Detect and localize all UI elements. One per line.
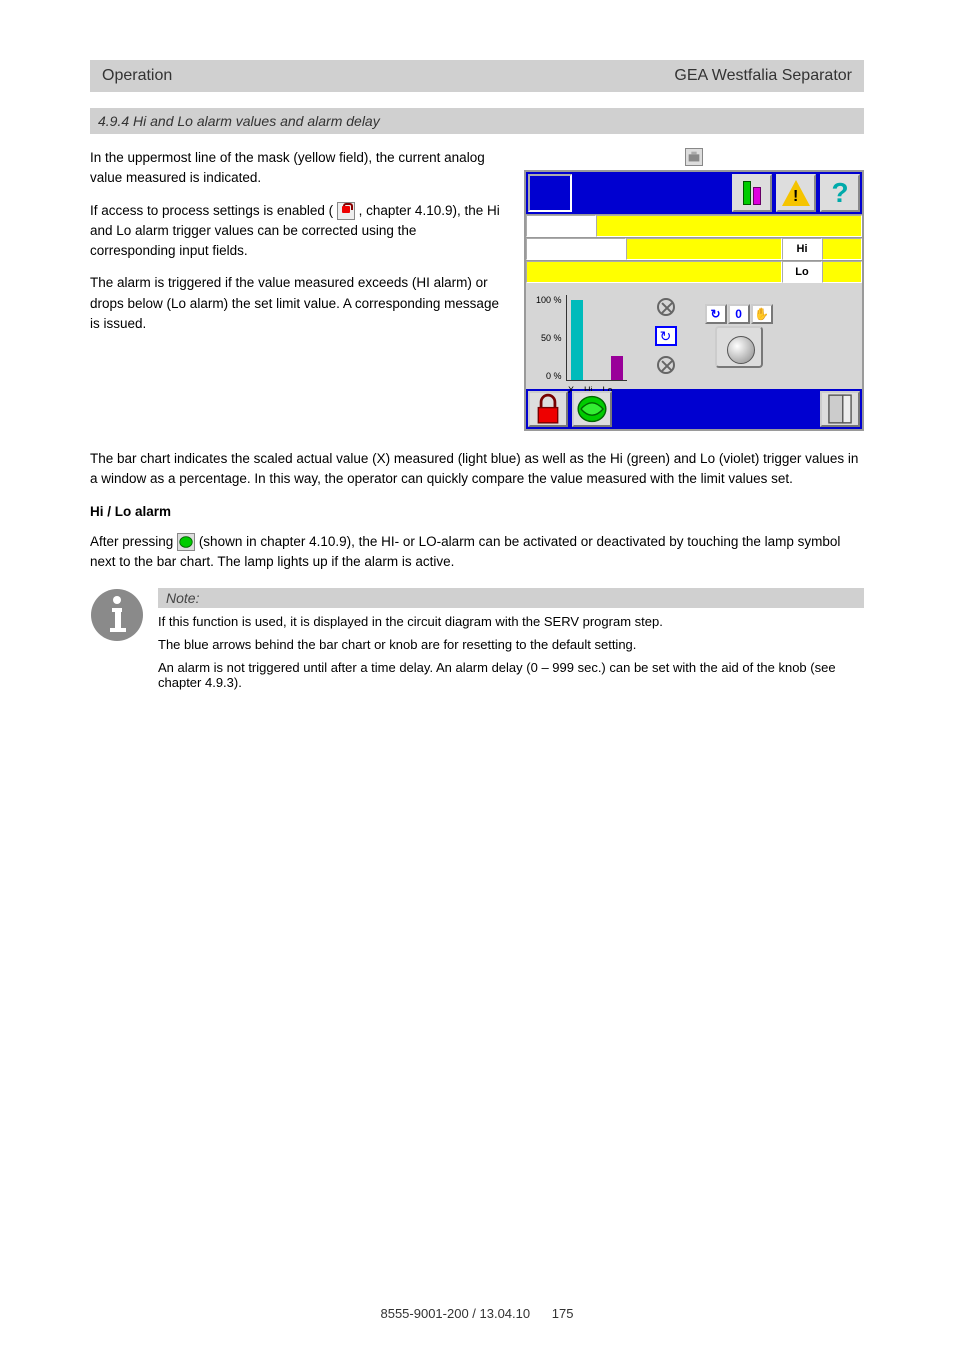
graph-area: 100 % 50 % 0 % X Hi Lo xyxy=(526,283,862,389)
knob-reset-button[interactable]: ↻ xyxy=(705,304,727,324)
reset-chart-button[interactable]: ↻ xyxy=(655,326,677,346)
note-p2: An alarm is not triggered until after a … xyxy=(158,660,864,690)
intro-text: In the uppermost line of the mask (yello… xyxy=(90,148,504,431)
hi-lamp-icon[interactable] xyxy=(657,298,675,316)
lock-icon xyxy=(337,202,355,220)
machine-icon xyxy=(685,148,703,166)
bar-x xyxy=(571,300,583,380)
y-ticks: 100 % 50 % 0 % xyxy=(536,295,562,381)
hi-input[interactable] xyxy=(626,238,782,260)
hilo-p1a: After pressing xyxy=(90,534,177,549)
footer-lock-button[interactable] xyxy=(528,391,568,427)
note-heading: Note: xyxy=(158,588,864,608)
intro-p3: The alarm is triggered if the value meas… xyxy=(90,273,504,334)
section-left: Operation xyxy=(102,60,172,92)
section-right: GEA Westfalia Separator xyxy=(674,60,852,92)
lo-trail xyxy=(822,261,862,283)
footer-cameo-button[interactable] xyxy=(572,391,612,427)
warning-button[interactable] xyxy=(776,174,816,212)
intro-p1: In the uppermost line of the mask (yello… xyxy=(90,148,504,189)
warning-icon xyxy=(782,180,810,206)
exit-icon xyxy=(822,391,858,427)
lo-label: Lo xyxy=(782,261,822,283)
help-button[interactable]: ? xyxy=(820,174,860,212)
knob-hand-button[interactable]: ✋ xyxy=(751,304,773,324)
tick-50: 50 % xyxy=(536,333,562,343)
bar-chart: 100 % 50 % 0 % X Hi Lo xyxy=(536,291,627,381)
lo-input[interactable] xyxy=(526,261,782,283)
panel-rows: Hi Lo xyxy=(526,214,862,283)
panel-footer xyxy=(526,389,862,429)
hi-trail xyxy=(822,238,862,260)
info-icon xyxy=(90,588,144,642)
bars xyxy=(566,295,627,381)
tick-0: 0 % xyxy=(536,371,562,381)
help-icon: ? xyxy=(831,177,848,209)
section-header: Operation GEA Westfalia Separator xyxy=(90,60,864,92)
row1-actual-value xyxy=(596,215,862,237)
hi-label: Hi xyxy=(782,238,822,260)
lock-icon xyxy=(530,391,566,427)
knob-dial[interactable] xyxy=(715,326,763,368)
page-footer: 8555-9001-200 / 13.04.10 175 xyxy=(0,1306,954,1321)
cameo-icon xyxy=(574,391,610,427)
hilo-p2: The blue arrows behind the bar chart or … xyxy=(158,637,864,652)
row1-white xyxy=(526,215,596,237)
hilo-p1b: (shown in chapter 4.10.9), the HI- or LO… xyxy=(90,534,840,569)
bar-lo xyxy=(611,356,623,380)
knob-cluster: ↻ 0 ✋ xyxy=(705,304,773,368)
intro-p5: The bar chart indicates the scaled actua… xyxy=(90,449,864,490)
hilo-block: Hi / Lo alarm After pressing (shown in c… xyxy=(90,502,864,573)
intro-p2a: If access to process settings is enabled… xyxy=(90,203,333,218)
note-p1: If this function is used, it is displaye… xyxy=(158,614,864,629)
page-number: 175 xyxy=(552,1306,574,1321)
subsection-heading: 4.9.4 Hi and Lo alarm values and alarm d… xyxy=(90,108,864,134)
footer-exit-button[interactable] xyxy=(820,391,860,427)
hmi-panel: ? Hi Lo xyxy=(524,170,864,431)
knob-zero-button[interactable]: 0 xyxy=(728,304,750,324)
note-block: Note: If this function is used, it is di… xyxy=(90,588,864,698)
doc-id: 8555-9001-200 / 13.04.10 xyxy=(380,1306,530,1321)
hilo-heading: Hi / Lo alarm xyxy=(90,504,171,519)
tick-100: 100 % xyxy=(536,295,562,305)
bars-button[interactable] xyxy=(732,174,772,212)
panel-titlebar: ? xyxy=(526,172,862,214)
bars-icon xyxy=(743,181,761,205)
lo-lamp-icon[interactable] xyxy=(657,356,675,374)
row2-white xyxy=(526,238,626,260)
title-box xyxy=(528,174,572,212)
cameo-icon xyxy=(177,533,195,551)
lamp-column: ↻ xyxy=(655,298,677,374)
